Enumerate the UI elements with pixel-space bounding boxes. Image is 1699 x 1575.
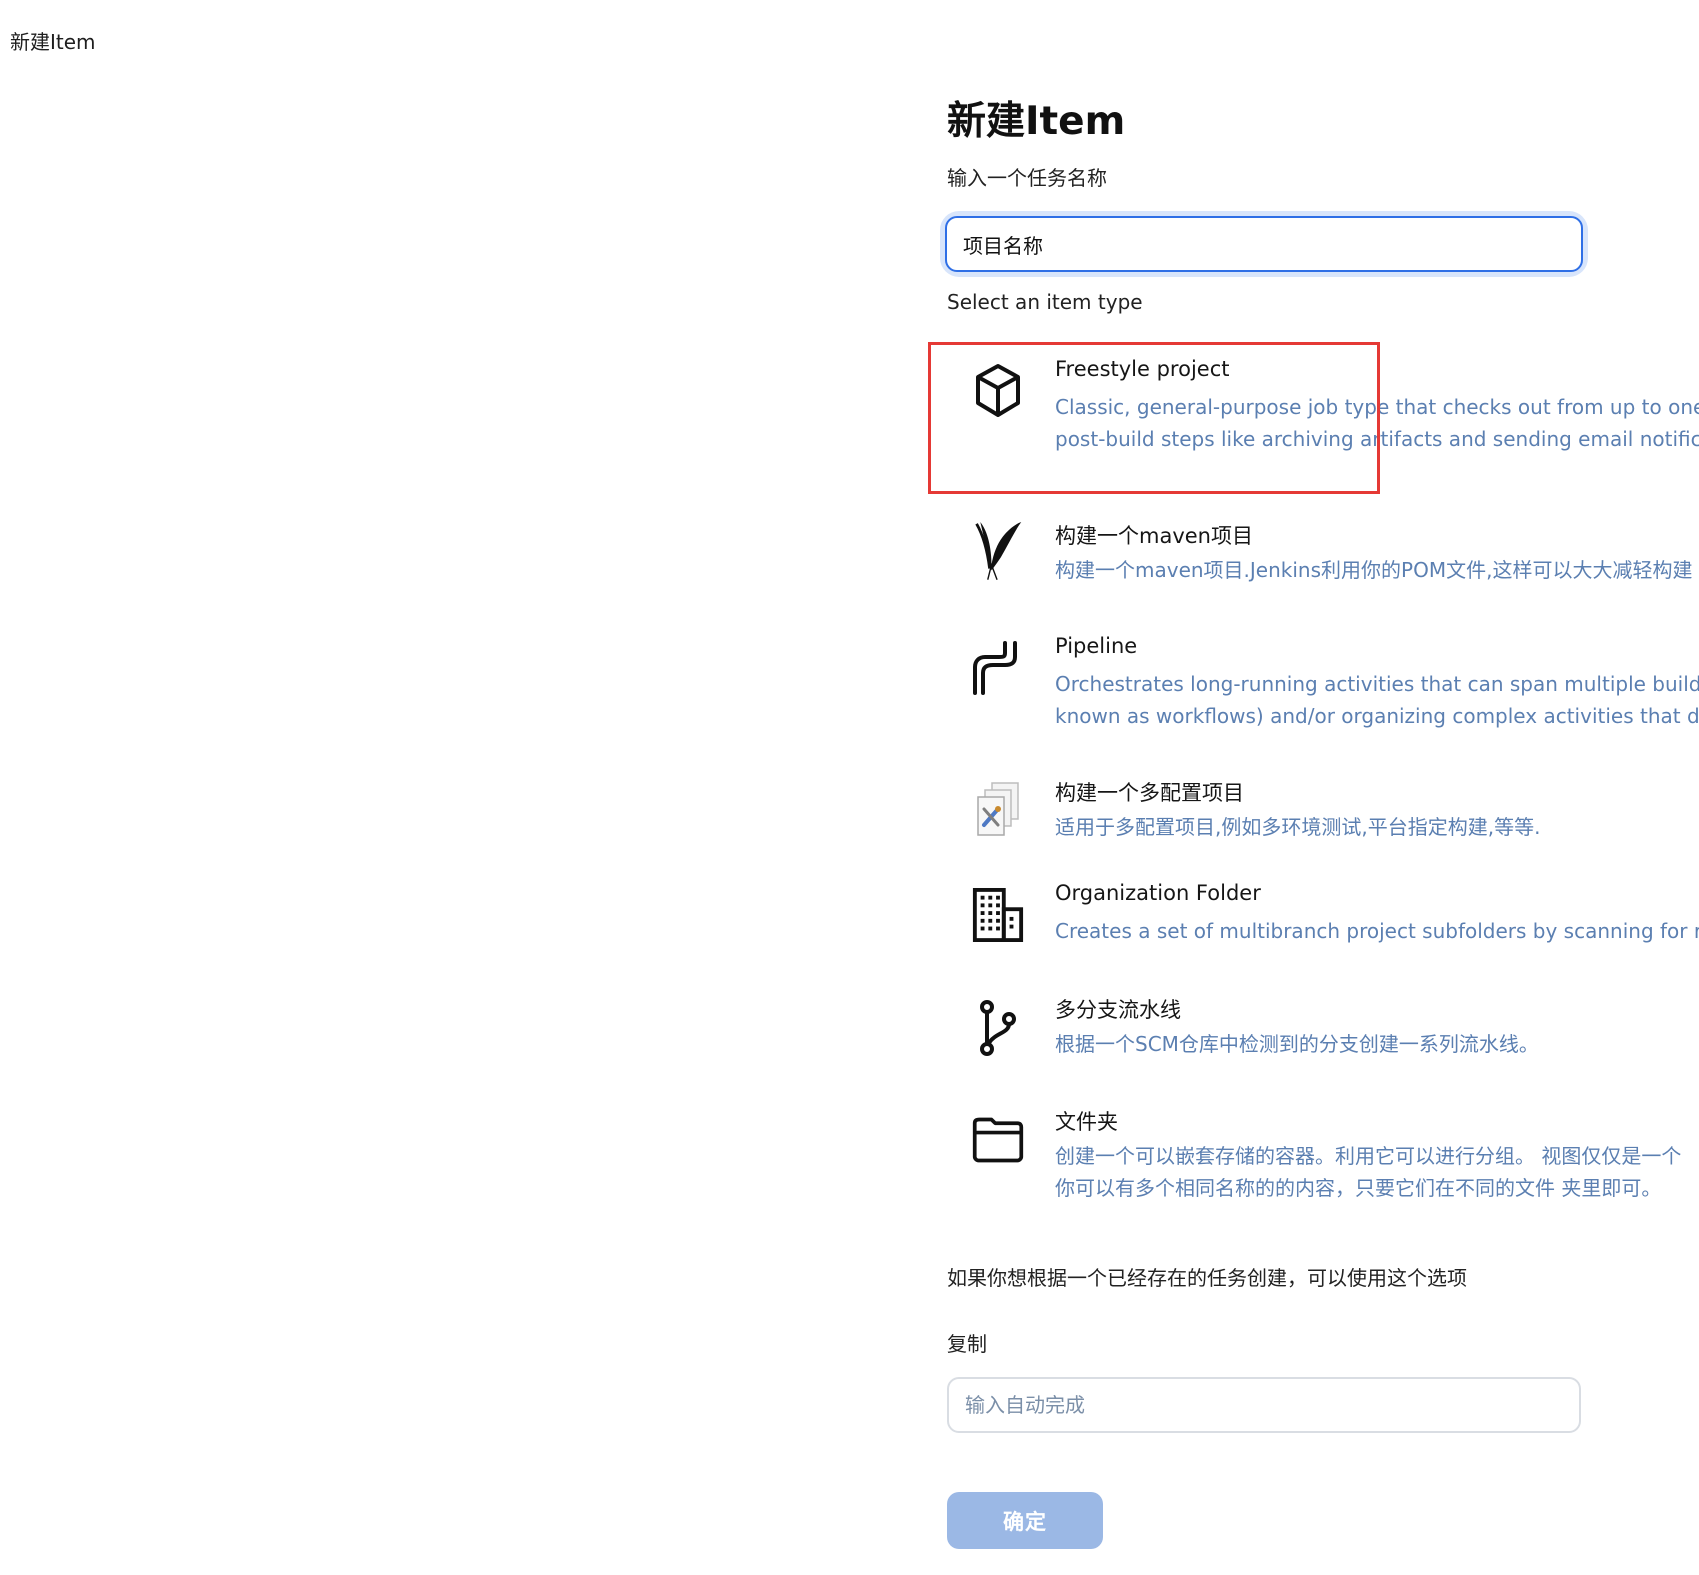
- item-name-input-wrap: [945, 216, 1583, 272]
- item-type-label: Select an item type: [947, 290, 1143, 314]
- item-type-title: 文件夹: [1055, 1110, 1118, 1134]
- folder-icon: [971, 1106, 1025, 1174]
- item-type-title: Organization Folder: [1055, 881, 1261, 905]
- pipeline-icon: [971, 634, 1025, 702]
- item-type-title: 多分支流水线: [1055, 998, 1181, 1022]
- item-type-maven[interactable]: 构建一个maven项目 构建一个maven项目.Jenkins利用你的POM文件…: [947, 520, 1699, 630]
- item-type-description: 根据一个SCM仓库中检测到的分支创建一系列流水线。: [1055, 1032, 1539, 1056]
- item-type-title: Freestyle project: [1055, 357, 1230, 381]
- copy-from-input[interactable]: [947, 1377, 1581, 1433]
- confirm-button[interactable]: 确定: [947, 1492, 1103, 1549]
- item-type-multibranch[interactable]: 多分支流水线 根据一个SCM仓库中检测到的分支创建一系列流水线。: [947, 994, 1699, 1104]
- building-icon: [971, 881, 1025, 949]
- item-type-title: Pipeline: [1055, 634, 1138, 658]
- item-type-description: Orchestrates long-running activities tha…: [1055, 672, 1699, 728]
- cube-icon: [971, 357, 1025, 425]
- copy-from-existing-text: 如果你想根据一个已经存在的任务创建，可以使用这个选项: [947, 1266, 1467, 1290]
- item-type-folder[interactable]: 文件夹 创建一个可以嵌套存储的容器。利用它可以进行分组。 视图仅仅是一个 你可以…: [947, 1106, 1699, 1216]
- item-type-multi-config[interactable]: 构建一个多配置项目 适用于多配置项目,例如多环境测试,平台指定构建,等等.: [947, 777, 1699, 887]
- item-type-description: 适用于多配置项目,例如多环境测试,平台指定构建,等等.: [1055, 815, 1541, 839]
- item-name-input[interactable]: [945, 216, 1583, 272]
- item-type-description: 构建一个maven项目.Jenkins利用你的POM文件,这样可以大大减轻构建: [1055, 558, 1693, 582]
- page-title: 新建Item: [947, 99, 1126, 144]
- copy-label: 复制: [947, 1332, 987, 1356]
- item-type-pipeline[interactable]: Pipeline Orchestrates long-running activ…: [947, 634, 1699, 744]
- item-type-freestyle[interactable]: Freestyle project Classic, general-purpo…: [947, 357, 1699, 467]
- multi-config-icon: [971, 777, 1025, 845]
- item-type-title: 构建一个maven项目: [1055, 524, 1253, 548]
- item-type-organization-folder[interactable]: Organization Folder Creates a set of mul…: [947, 881, 1699, 991]
- item-name-label: 输入一个任务名称: [947, 166, 1107, 190]
- item-type-description: 创建一个可以嵌套存储的容器。利用它可以进行分组。 视图仅仅是一个 你可以有多个相…: [1055, 1144, 1682, 1200]
- new-item-page: 新建Item 新建Item 输入一个任务名称 Select an item ty…: [0, 0, 1699, 1575]
- feather-icon: [971, 520, 1025, 584]
- item-type-description: Classic, general-purpose job type that c…: [1055, 395, 1699, 451]
- item-type-title: 构建一个多配置项目: [1055, 781, 1244, 805]
- item-type-description: Creates a set of multibranch project sub…: [1055, 919, 1699, 943]
- branch-icon: [971, 994, 1025, 1062]
- window-title: 新建Item: [10, 30, 96, 54]
